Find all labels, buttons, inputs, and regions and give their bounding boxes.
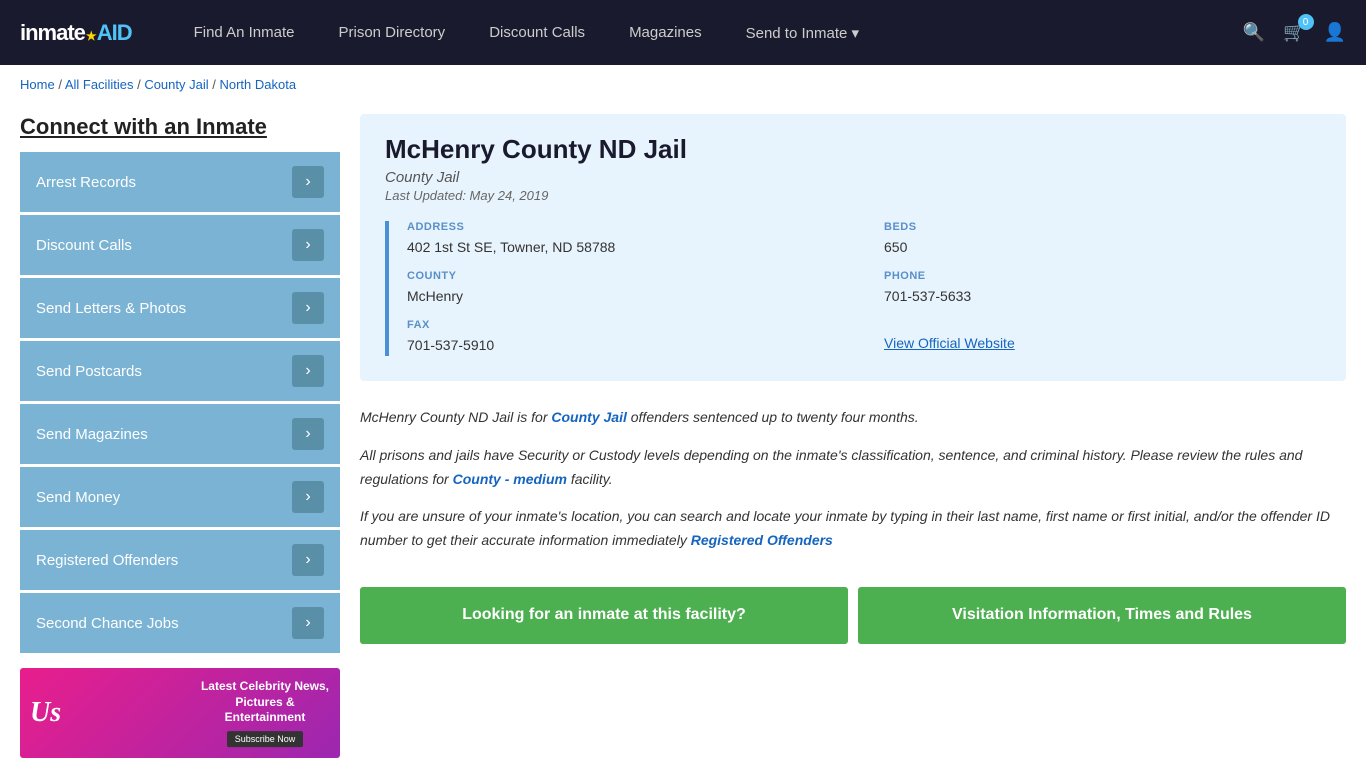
visitation-info-button[interactable]: Visitation Information, Times and Rules [858, 587, 1346, 644]
phone-label: PHONE [884, 270, 1321, 282]
detail-fax: FAX 701-537-5910 [407, 319, 844, 356]
nav-magazines[interactable]: Magazines [607, 0, 724, 65]
view-official-website-link[interactable]: View Official Website [884, 335, 1015, 351]
breadcrumb-all-facilities[interactable]: All Facilities [65, 77, 134, 92]
detail-phone: PHONE 701-537-5633 [884, 270, 1321, 307]
sidebar-arrow-icon: › [292, 166, 324, 198]
sidebar-menu: Arrest Records › Discount Calls › Send L… [20, 152, 340, 653]
user-icon[interactable]: 👤 [1324, 22, 1346, 43]
sidebar-item-arrest-records[interactable]: Arrest Records › [20, 152, 340, 212]
cart-icon-wrapper[interactable]: 🛒 0 [1283, 22, 1305, 43]
details-grid: ADDRESS 402 1st St SE, Towner, ND 58788 … [407, 221, 1321, 356]
detail-website: View Official Website [884, 319, 1321, 356]
beds-value: 650 [884, 237, 1321, 258]
detail-county: COUNTY McHenry [407, 270, 844, 307]
breadcrumb-home[interactable]: Home [20, 77, 55, 92]
breadcrumb-county-jail[interactable]: County Jail [144, 77, 208, 92]
sidebar-title: Connect with an Inmate [20, 114, 340, 140]
sidebar-item-label: Send Money [36, 489, 120, 506]
description-para1: McHenry County ND Jail is for County Jai… [360, 406, 1346, 430]
description-para2: All prisons and jails have Security or C… [360, 444, 1346, 492]
sidebar-item-second-chance-jobs[interactable]: Second Chance Jobs › [20, 593, 340, 653]
desc-registered-offenders-link[interactable]: Registered Offenders [691, 532, 833, 548]
description-para3: If you are unsure of your inmate's locat… [360, 505, 1346, 553]
sidebar-item-send-magazines[interactable]: Send Magazines › [20, 404, 340, 464]
sidebar-item-registered-offenders[interactable]: Registered Offenders › [20, 530, 340, 590]
sidebar-item-send-postcards[interactable]: Send Postcards › [20, 341, 340, 401]
logo-text: inmate★AID [20, 20, 132, 46]
bottom-buttons: Looking for an inmate at this facility? … [360, 587, 1346, 644]
desc-para2-post: facility. [567, 471, 613, 487]
breadcrumb: Home / All Facilities / County Jail / No… [0, 65, 1366, 104]
county-value: McHenry [407, 286, 844, 307]
facility-card: McHenry County ND Jail County Jail Last … [360, 114, 1346, 381]
desc-para1-pre: McHenry County ND Jail is for [360, 409, 551, 425]
sidebar-item-label: Registered Offenders [36, 552, 178, 569]
sidebar-item-send-letters[interactable]: Send Letters & Photos › [20, 278, 340, 338]
facility-last-updated: Last Updated: May 24, 2019 [385, 188, 1321, 203]
logo-star: ★ [86, 29, 96, 43]
desc-para1-post: offenders sentenced up to twenty four mo… [627, 409, 919, 425]
sidebar-item-label: Arrest Records [36, 174, 136, 191]
sidebar-arrow-icon: › [292, 292, 324, 324]
address-label: ADDRESS [407, 221, 844, 233]
ad-subscribe-button[interactable]: Subscribe Now [227, 731, 304, 747]
sidebar-arrow-icon: › [292, 229, 324, 261]
facility-type: County Jail [385, 169, 1321, 186]
beds-label: BEDS [884, 221, 1321, 233]
website-spacer [884, 319, 1321, 331]
sidebar-item-discount-calls[interactable]: Discount Calls › [20, 215, 340, 275]
sidebar-item-send-money[interactable]: Send Money › [20, 467, 340, 527]
ad-banner[interactable]: Us Latest Celebrity News, Pictures & Ent… [20, 668, 340, 758]
sidebar-arrow-icon: › [292, 607, 324, 639]
logo-inmate: inmate [20, 20, 85, 45]
ad-content: Latest Celebrity News, Pictures & Entert… [200, 679, 330, 747]
sidebar-arrow-icon: › [292, 355, 324, 387]
detail-address: ADDRESS 402 1st St SE, Towner, ND 58788 [407, 221, 844, 258]
sidebar-item-label: Discount Calls [36, 237, 132, 254]
detail-beds: BEDS 650 [884, 221, 1321, 258]
main-container: Connect with an Inmate Arrest Records › … [0, 104, 1366, 778]
navbar: inmate★AID Find An Inmate Prison Directo… [0, 0, 1366, 65]
phone-value: 701-537-5633 [884, 286, 1321, 307]
fax-label: FAX [407, 319, 844, 331]
cart-badge: 0 [1298, 14, 1314, 30]
ad-title: Latest Celebrity News, Pictures & Entert… [200, 679, 330, 726]
sidebar-arrow-icon: › [292, 418, 324, 450]
address-value: 402 1st St SE, Towner, ND 58788 [407, 237, 844, 258]
sidebar: Connect with an Inmate Arrest Records › … [20, 114, 340, 758]
description-area: McHenry County ND Jail is for County Jai… [360, 401, 1346, 572]
sidebar-item-label: Send Postcards [36, 363, 142, 380]
sidebar-item-label: Second Chance Jobs [36, 615, 179, 632]
logo[interactable]: inmate★AID [20, 20, 132, 46]
looking-for-inmate-button[interactable]: Looking for an inmate at this facility? [360, 587, 848, 644]
sidebar-arrow-icon: › [292, 544, 324, 576]
nav-icons: 🔍 🛒 0 👤 [1243, 22, 1346, 43]
desc-para3-text: If you are unsure of your inmate's locat… [360, 508, 1330, 548]
nav-discount-calls[interactable]: Discount Calls [467, 0, 607, 65]
logo-aid: AID [97, 20, 132, 45]
nav-send-to-inmate[interactable]: Send to Inmate ▾ [724, 0, 881, 65]
fax-value: 701-537-5910 [407, 335, 844, 356]
desc-county-medium-link[interactable]: County - medium [453, 471, 567, 487]
nav-links: Find An Inmate Prison Directory Discount… [172, 0, 1243, 65]
county-label: COUNTY [407, 270, 844, 282]
desc-county-jail-link[interactable]: County Jail [551, 409, 626, 425]
breadcrumb-state[interactable]: North Dakota [219, 77, 296, 92]
facility-name: McHenry County ND Jail [385, 134, 1321, 165]
sidebar-arrow-icon: › [292, 481, 324, 513]
facility-details: ADDRESS 402 1st St SE, Towner, ND 58788 … [385, 221, 1321, 356]
content-area: McHenry County ND Jail County Jail Last … [360, 114, 1346, 758]
sidebar-item-label: Send Letters & Photos [36, 300, 186, 317]
sidebar-item-label: Send Magazines [36, 426, 148, 443]
ad-logo: Us [30, 697, 61, 729]
nav-prison-directory[interactable]: Prison Directory [316, 0, 467, 65]
search-icon[interactable]: 🔍 [1243, 22, 1265, 43]
nav-find-inmate[interactable]: Find An Inmate [172, 0, 317, 65]
